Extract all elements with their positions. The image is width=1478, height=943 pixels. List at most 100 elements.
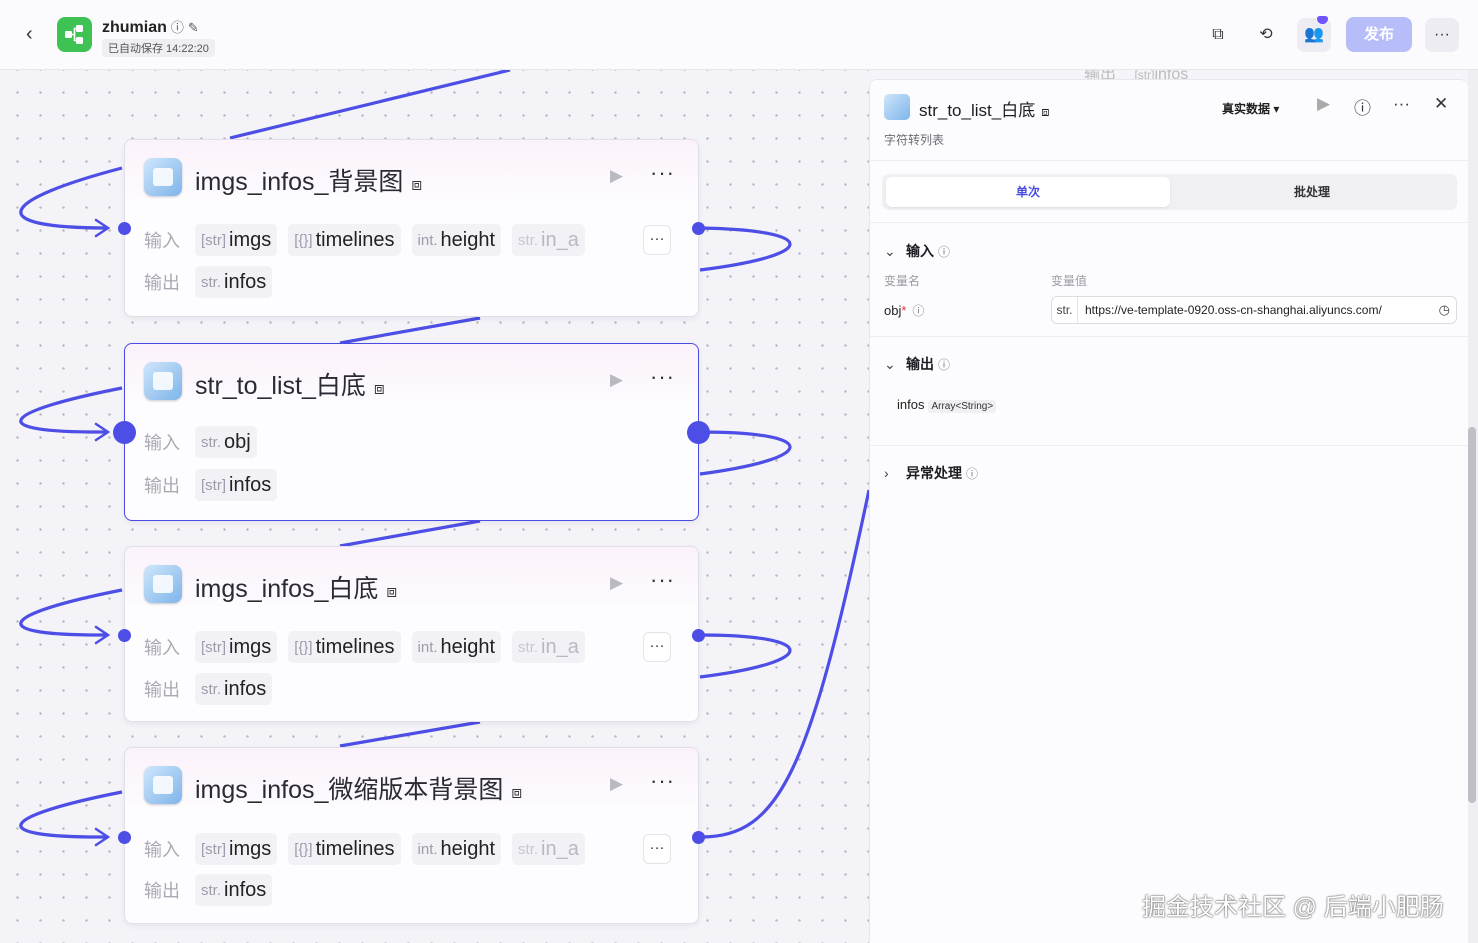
input-label: 输入 [144,231,180,251]
input-label: 输入 [144,840,180,860]
node-detail-panel: str_to_list_白底 ⧈ 字符转列表 真实数据 ▾ ▶ ⓘ ··· ✕ 单… [869,79,1469,943]
input-port[interactable] [113,421,136,444]
input-param: int. height [411,224,502,256]
more-icon[interactable]: ··· [1393,94,1410,114]
input-port[interactable] [118,222,131,235]
node-more-icon[interactable]: ··· [650,768,675,794]
info-icon: ⓘ [938,358,951,372]
node-code-icon [144,766,182,804]
data-mode-dropdown[interactable]: 真实数据 ▾ [1222,100,1279,117]
node-more-icon[interactable]: ··· [650,160,675,186]
node-tag-icon: ⧈ [1041,104,1050,119]
close-icon[interactable]: ✕ [1434,94,1448,114]
output-param: str. infos [195,874,273,906]
collaborators-icon[interactable]: 👥 [1297,16,1331,52]
column-header-name: 变量名 [884,274,921,288]
input-param: [{}] timelines [288,631,401,663]
more-params-button[interactable]: ··· [643,834,671,864]
chevron-right-icon: › [884,465,889,481]
run-icon[interactable]: ▶ [610,573,623,593]
chevron-down-icon: ⌄ [884,356,896,372]
output-port[interactable] [692,831,705,844]
run-icon[interactable]: ▶ [610,370,623,390]
input-section-header[interactable]: ⌄ 输入 ⓘ [884,241,950,261]
scrollbar[interactable] [1468,427,1476,803]
node-tag-icon: ⧈ [373,379,385,398]
input-param: str. in_a [512,631,585,663]
info-icon[interactable]: ⓘ [171,20,184,35]
clock-icon[interactable]: ◷ [1439,302,1450,318]
more-menu-button[interactable]: ··· [1425,18,1459,52]
workflow-node[interactable]: imgs_infos_背景图 ⧈ ▶ ··· 输入 [str] imgs [{}] t… [124,139,699,317]
node-more-icon[interactable]: ··· [650,364,675,390]
output-section-header[interactable]: ⌄ 输出 ⓘ [884,354,950,374]
edit-icon[interactable]: ✎ [188,20,199,35]
divider [870,336,1469,337]
node-tag-icon: ⧈ [386,582,398,601]
output-type-badge: Array<String> [928,400,997,413]
top-bar: ‹ zhumian ⓘ ✎ 已自动保存 14:22:20 ⧉ ⟲ 👥 发布 ··· [0,0,1478,70]
output-label: 输出 [144,881,180,901]
input-param: int. height [411,833,502,865]
input-param: [str] imgs [195,631,278,663]
more-params-button[interactable]: ··· [643,225,671,255]
back-icon[interactable]: ‹ [26,24,33,44]
output-port[interactable] [692,629,705,642]
node-title: str_to_list_白底 [195,372,366,400]
divider [870,160,1469,161]
output-label: 输出 [144,680,180,700]
param-value-input[interactable]: str. https://ve-template-0920.oss-cn-sha… [1051,296,1457,324]
workflow-canvas[interactable]: imgs_infos_背景图 ⧈ ▶ ··· 输入 [str] imgs [{}] t… [0,70,869,943]
output-port[interactable] [692,222,705,235]
output-label: 输出 [144,476,180,496]
panel-subtitle: 字符转列表 [884,133,945,147]
output-port[interactable] [687,421,710,444]
node-code-icon [884,94,910,120]
new-badge [1317,16,1328,24]
app-name-row: zhumian ⓘ ✎ [102,17,199,37]
node-tag-icon: ⧈ [511,783,523,802]
node-title: imgs_infos_白底 [195,575,379,603]
output-param: str. infos [195,266,273,298]
input-param: [str] imgs [195,224,278,256]
input-label: 输入 [144,433,180,453]
app-logo [57,17,92,52]
input-param: int. height [411,631,502,663]
history-icon[interactable]: ⟲ [1249,18,1283,52]
input-param: str. in_a [512,833,585,865]
output-param: [str] infos [195,469,278,501]
run-icon[interactable]: ▶ [610,774,623,794]
workflow-node[interactable]: imgs_infos_白底 ⧈ ▶ ··· 输入 [str] imgs [{}] ti… [124,546,699,722]
node-more-icon[interactable]: ··· [650,567,675,593]
input-param: str. in_a [512,224,585,256]
node-code-icon [144,362,182,400]
output-param: str. infos [195,673,273,705]
input-port[interactable] [118,831,131,844]
run-mode-tabs: 单次 批处理 [882,174,1457,210]
workflow-node-selected[interactable]: str_to_list_白底 ⧈ ▶ ··· 输入 str. obj 输出 [str… [124,343,699,521]
type-label: str. [1052,297,1078,323]
run-icon[interactable]: ▶ [610,166,623,186]
autosave-status: 已自动保存 14:22:20 [102,39,215,57]
input-param: [str] imgs [195,833,278,865]
node-code-icon [144,565,182,603]
input-param: [{}] timelines [288,833,401,865]
divider [870,445,1469,446]
param-value[interactable]: https://ve-template-0920.oss-cn-shanghai… [1085,303,1430,317]
input-label: 输入 [144,638,180,658]
more-params-button[interactable]: ··· [643,632,671,662]
tab-batch[interactable]: 批处理 [1170,177,1454,207]
copy-icon[interactable]: ⧉ [1201,18,1235,52]
info-icon: ⓘ [912,304,925,318]
input-param: str. obj [195,426,257,458]
publish-button[interactable]: 发布 [1346,17,1412,52]
run-icon[interactable]: ▶ [1317,94,1330,114]
watermark: 掘金技术社区 @ 后端小肥肠 [1142,894,1444,921]
info-icon: ⓘ [966,467,979,481]
panel-title: str_to_list_白底 [919,101,1036,120]
workflow-node[interactable]: imgs_infos_微缩版本背景图 ⧈ ▶ ··· 输入 [str] imgs [… [124,747,699,924]
input-port[interactable] [118,629,131,642]
tab-single[interactable]: 单次 [886,177,1170,207]
error-section-header[interactable]: › 异常处理 ⓘ [884,463,978,483]
help-icon[interactable]: ⓘ [1354,94,1371,119]
